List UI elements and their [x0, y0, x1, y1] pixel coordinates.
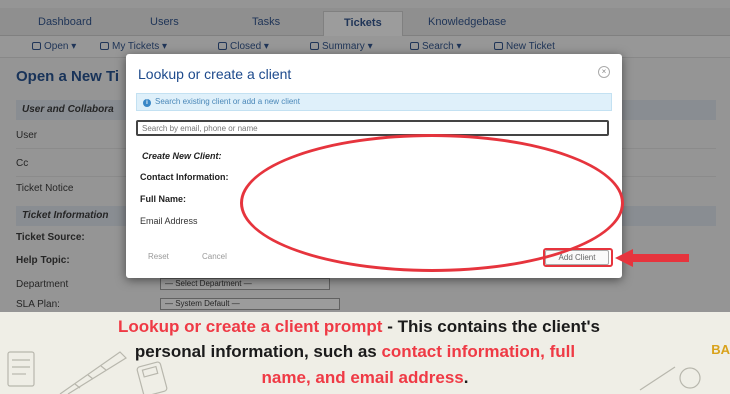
- caption-line-1: Lookup or create a client prompt - This …: [0, 317, 724, 337]
- caption-text-2: personal information, such as: [134, 342, 382, 361]
- pointer-arrow-icon: [615, 249, 689, 267]
- reset-button[interactable]: Reset: [148, 252, 169, 261]
- add-client-highlight: [543, 248, 613, 267]
- modal-title: Lookup or create a client: [138, 66, 292, 82]
- caption-dash: -: [382, 317, 398, 336]
- contact-information-label: Contact Information:: [140, 172, 229, 182]
- full-name-label: Full Name:: [140, 194, 187, 204]
- cancel-button[interactable]: Cancel: [202, 252, 227, 261]
- close-icon[interactable]: ×: [598, 66, 610, 78]
- caption-text-1: This contains the client's: [397, 317, 601, 336]
- brand-logo-text: BA: [711, 342, 730, 357]
- client-search-input[interactable]: [136, 120, 609, 136]
- caption-end: .: [463, 368, 469, 387]
- info-message: i Search existing client or add a new cli…: [136, 93, 612, 111]
- email-address-label: Email Address: [140, 216, 198, 226]
- caption-title: Lookup or create a client prompt: [117, 317, 383, 336]
- caption-band: Lookup or create a client prompt - This …: [0, 312, 730, 394]
- info-icon: i: [143, 99, 151, 107]
- caption-highlight-2: name, and email address: [261, 368, 464, 387]
- create-new-client-label: Create New Client:: [142, 151, 222, 161]
- caption-line-2: personal information, such as contact in…: [0, 342, 720, 362]
- caption-highlight-1: contact information, full: [381, 342, 576, 361]
- caption-line-3: name, and email address.: [0, 368, 730, 388]
- info-text: Search existing client or add a new clie…: [155, 97, 300, 106]
